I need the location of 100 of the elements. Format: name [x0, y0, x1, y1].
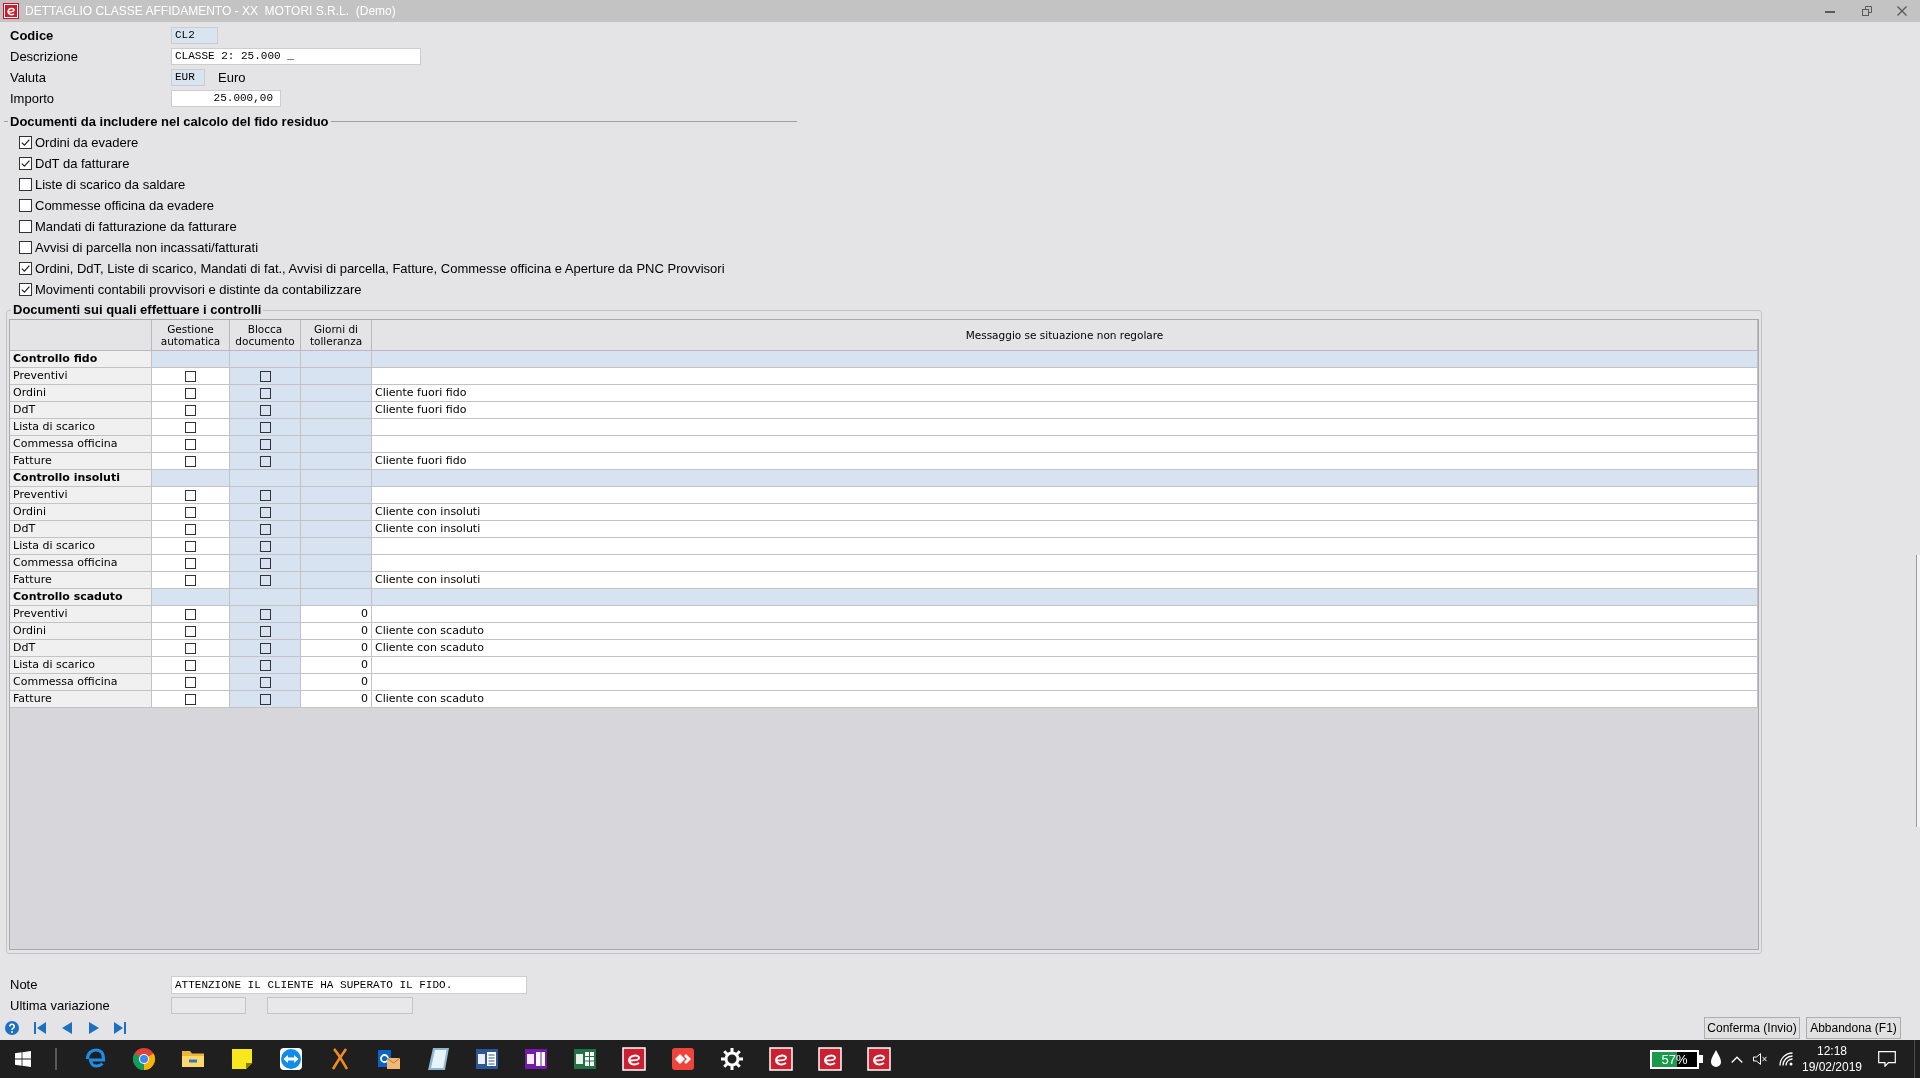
option-label: DdT da fatturare	[35, 156, 130, 171]
input-field[interactable]: CL2	[171, 27, 218, 44]
row-label: Fatture	[10, 572, 152, 589]
section-title: Documenti da includere nel calcolo del fido residuo	[9, 113, 330, 129]
checkbox[interactable]	[185, 642, 196, 654]
table-cell: Cliente fuori fido	[372, 453, 1758, 470]
checkbox[interactable]	[185, 455, 196, 467]
triangle-right-icon[interactable]	[88, 1022, 100, 1034]
document-tile-icon[interactable]	[475, 1047, 499, 1071]
checkbox[interactable]	[19, 157, 32, 170]
row-label: Preventivi	[10, 487, 152, 504]
row-label: Commessa officina	[10, 436, 152, 453]
skip-back-icon[interactable]	[34, 1022, 46, 1034]
chevron-up-icon[interactable]	[1731, 1055, 1743, 1063]
notepad-icon[interactable]	[426, 1047, 450, 1071]
group-header: Controllo fido	[10, 351, 152, 368]
skip-forward-icon[interactable]	[114, 1022, 126, 1034]
double-arrow-icon[interactable]	[279, 1047, 303, 1071]
row-label: Lista di scarico	[10, 538, 152, 555]
input-field[interactable]: EUR	[171, 69, 205, 86]
field-label: Note	[10, 977, 39, 992]
row-label: Commessa officina	[10, 674, 152, 691]
close-icon[interactable]	[1897, 6, 1907, 16]
swoosh-tile-icon[interactable]	[867, 1047, 891, 1071]
table-cell: 0	[301, 691, 372, 708]
row-label: Fatture	[10, 453, 152, 470]
checkbox[interactable]	[185, 506, 196, 518]
row-label: Preventivi	[10, 606, 152, 623]
option-label: Ordini da evadere	[35, 135, 139, 150]
checkbox[interactable]	[185, 574, 196, 586]
table-cell: 0	[301, 640, 372, 657]
table-cell	[301, 589, 372, 606]
input-field[interactable]: 25.000,00	[171, 90, 281, 107]
checkbox[interactable]	[185, 540, 196, 552]
checkbox[interactable]	[185, 693, 196, 705]
swoosh-tile-icon[interactable]	[769, 1047, 793, 1071]
table-cell: 0	[301, 674, 372, 691]
muted-speaker-icon[interactable]	[1753, 1053, 1767, 1065]
clock-date[interactable]: 19/02/2019	[1801, 1059, 1863, 1075]
checkbox[interactable]	[185, 557, 196, 569]
row-label: DdT	[10, 402, 152, 419]
restore-icon[interactable]	[1862, 6, 1872, 16]
triangle-left-icon[interactable]	[61, 1022, 73, 1034]
swoosh-tile-icon[interactable]	[622, 1047, 646, 1071]
option-label: Movimenti contabili provvisori e distinte da contabilizzare	[35, 282, 362, 297]
checkbox[interactable]	[185, 676, 196, 688]
input-field[interactable]: ATTENZIONE IL CLIENTE HA SUPERATO IL FIDO.	[171, 975, 527, 994]
checkbox[interactable]	[185, 370, 196, 382]
table-cell	[301, 351, 372, 368]
action-button[interactable]: Conferma (Invio)	[1704, 1017, 1800, 1039]
action-button[interactable]: Abbandona (F1)	[1806, 1017, 1901, 1039]
option-label: Commesse officina da evadere	[35, 198, 214, 213]
checkbox[interactable]	[19, 136, 32, 149]
input-field[interactable]: CLASSE 2: 25.000 _	[171, 48, 421, 65]
mail-icon[interactable]	[377, 1047, 401, 1071]
swirl-icon[interactable]	[83, 1047, 107, 1071]
checkbox[interactable]	[19, 241, 32, 254]
segmented-circle-icon[interactable]	[132, 1047, 156, 1071]
sticky-note-icon[interactable]	[230, 1047, 254, 1071]
column-header: Blocca documento	[230, 320, 301, 351]
table-cell: 0	[301, 623, 372, 640]
checkbox[interactable]	[185, 625, 196, 637]
table-cell: Cliente con insoluti	[372, 572, 1758, 589]
checkbox[interactable]	[185, 489, 196, 501]
speech-bubble-icon[interactable]	[1878, 1051, 1896, 1067]
windows-start-icon[interactable]	[15, 1051, 31, 1067]
wifi-icon[interactable]	[1779, 1052, 1793, 1066]
checkbox[interactable]	[185, 387, 196, 399]
table-cell: Cliente con scaduto	[372, 691, 1758, 708]
help-icon[interactable]	[5, 1021, 19, 1035]
spreadsheet-tile-icon[interactable]	[573, 1047, 597, 1071]
swoosh-tile-icon[interactable]	[818, 1047, 842, 1071]
checkbox[interactable]	[19, 262, 32, 275]
swoosh-tile-icon	[3, 3, 19, 19]
table-cell	[301, 470, 372, 487]
checkbox[interactable]	[19, 283, 32, 296]
row-label: DdT	[10, 640, 152, 657]
field-label: Descrizione	[10, 49, 79, 64]
checkbox[interactable]	[19, 178, 32, 191]
checkbox[interactable]	[185, 438, 196, 450]
table-cell: Cliente con scaduto	[372, 640, 1758, 657]
diamond-tile-icon[interactable]	[671, 1047, 695, 1071]
checkbox[interactable]	[185, 421, 196, 433]
checkbox[interactable]	[19, 220, 32, 233]
table-cell: Cliente con insoluti	[372, 504, 1758, 521]
table-cell: Cliente con insoluti	[372, 521, 1758, 538]
field-label: Ultima variazione	[10, 998, 111, 1013]
checkbox[interactable]	[185, 523, 196, 535]
checkbox[interactable]	[185, 659, 196, 671]
drop-icon[interactable]	[1710, 1050, 1722, 1068]
field-label: Valuta	[10, 70, 47, 85]
notebook-tile-icon[interactable]	[524, 1047, 548, 1071]
checkbox[interactable]	[185, 608, 196, 620]
table-cell: Cliente fuori fido	[372, 402, 1758, 419]
row-label: Lista di scarico	[10, 419, 152, 436]
clock-time[interactable]: 12:18	[1817, 1043, 1847, 1059]
gear-icon[interactable]	[720, 1047, 744, 1071]
checkbox[interactable]	[19, 199, 32, 212]
checkbox[interactable]	[185, 404, 196, 416]
row-label: Fatture	[10, 691, 152, 708]
